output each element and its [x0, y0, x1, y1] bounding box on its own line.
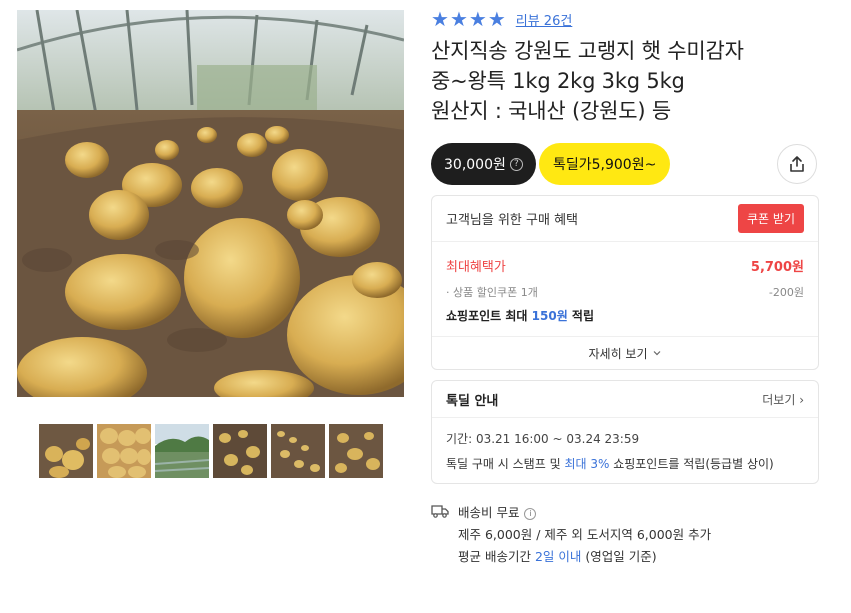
- deal-price-pill[interactable]: 톡딜가5,900원~: [539, 143, 671, 185]
- info-icon[interactable]: i: [524, 508, 537, 520]
- deal-title: 톡딜 안내: [446, 393, 499, 409]
- deal-desc-prefix: 톡딜 구매 시 스탬프 및: [446, 457, 565, 471]
- shipping-period-highlight: 2일 이내: [534, 549, 582, 564]
- benefit-title: 고객님을 위한 구매 혜택: [446, 213, 578, 228]
- shipping-fee: 배송비 무료: [458, 505, 520, 520]
- max-benefit-label: 최대혜택가: [446, 260, 506, 275]
- product-main-image: [17, 10, 404, 397]
- shipping-period-suffix: (영업일 기준): [581, 549, 657, 564]
- deal-period: 기간: 03.21 16:00 ~ 03.24 23:59: [446, 432, 640, 446]
- deal-price: 톡딜가5,900원~: [553, 157, 657, 173]
- original-price-pill[interactable]: 30,000원 ?: [431, 143, 536, 185]
- points-suffix: 적립: [567, 309, 594, 323]
- deal-description: 톡딜 구매 시 스탬프 및 최대 3% 쇼핑포인트를 적립(등급별 상이): [446, 455, 804, 472]
- purchase-benefit-box: 고객님을 위한 구매 혜택 쿠폰 받기 최대혜택가 5,700원 · 상품 할인…: [431, 195, 819, 370]
- benefit-header: 고객님을 위한 구매 혜택 쿠폰 받기: [432, 196, 818, 242]
- share-icon: [790, 156, 804, 172]
- points-amount: 150원: [531, 309, 568, 323]
- original-price: 30,000원: [444, 157, 506, 173]
- thumbnail-strip: [39, 424, 383, 478]
- title-line-1: 산지직송 강원도 고랭지 햇 수미감자: [431, 39, 744, 63]
- talk-deal-info-box: 톡딜 안내 더보기 › 기간: 03.21 16:00 ~ 03.24 23:5…: [431, 380, 819, 484]
- thumbnail-1[interactable]: [39, 424, 93, 478]
- deal-header: 톡딜 안내 더보기 ›: [432, 381, 818, 418]
- thumbnail-4[interactable]: [213, 424, 267, 478]
- shopping-points-text: 쇼핑포인트 최대 150원 적립: [446, 307, 594, 324]
- points-row: 쇼핑포인트 최대 150원 적립: [432, 307, 818, 324]
- deal-body: 기간: 03.21 16:00 ~ 03.24 23:59 톡딜 구매 시 스탬…: [432, 418, 818, 472]
- chevron-down-icon: [653, 351, 660, 356]
- star-icon: ★: [449, 7, 468, 31]
- thumbnail-6[interactable]: [329, 424, 383, 478]
- get-coupon-button[interactable]: 쿠폰 받기: [738, 204, 804, 233]
- product-title: 산지직송 강원도 고랭지 햇 수미감자 중~왕특 1kg 2kg 3kg 5kg…: [431, 36, 819, 126]
- coupon-discount-row: · 상품 할인쿠폰 1개 -200원: [432, 284, 818, 300]
- coupon-discount-label: · 상품 할인쿠폰 1개: [446, 286, 538, 299]
- max-benefit-price: 5,700원: [750, 260, 804, 275]
- price-row: 30,000원 ? 톡딜가5,900원~: [431, 143, 819, 185]
- truck-icon: [431, 505, 449, 518]
- deal-desc-highlight: 최대 3%: [564, 457, 610, 471]
- shipping-info: 배송비 무료 i 제주 6,000원 / 제주 외 도서지역 6,000원 추가 …: [431, 502, 819, 568]
- deal-desc-suffix: 쇼핑포인트를 적립(등급별 상이): [609, 457, 774, 471]
- question-icon[interactable]: ?: [509, 157, 523, 171]
- shipping-extra-line: 제주 6,000원 / 제주 외 도서지역 6,000원 추가: [458, 527, 712, 542]
- deal-more-link[interactable]: 더보기 ›: [762, 391, 804, 408]
- thumbnail-3[interactable]: [155, 424, 209, 478]
- shipping-period-prefix: 평균 배송기간: [458, 549, 535, 564]
- title-line-3: 원산지 : 국내산 (강원도) 등: [431, 99, 671, 123]
- chevron-right-icon: ›: [799, 392, 804, 407]
- product-info-column: ★ ★ ★ ★ 리뷰 26건 산지직송 강원도 고랭지 햇 수미감자 중~왕특 …: [431, 8, 819, 568]
- max-benefit-row: 최대혜택가 5,700원: [432, 256, 818, 275]
- share-button[interactable]: [777, 144, 817, 184]
- view-details-label: 자세히 보기: [588, 346, 648, 361]
- points-prefix: 쇼핑포인트 최대: [446, 309, 532, 323]
- thumbnail-2[interactable]: [97, 424, 151, 478]
- title-line-2: 중~왕특 1kg 2kg 3kg 5kg: [431, 69, 685, 93]
- view-details-button[interactable]: 자세히 보기: [432, 336, 818, 369]
- star-icon: ★: [487, 7, 506, 31]
- review-count-link[interactable]: 리뷰 26건: [516, 10, 573, 29]
- coupon-discount-text: 상품 할인쿠폰 1개: [453, 286, 538, 299]
- rating-row: ★ ★ ★ ★ 리뷰 26건: [431, 8, 819, 30]
- shipping-period-line: 평균 배송기간 2일 이내 (영업일 기준): [458, 546, 819, 568]
- star-icon: ★: [431, 7, 449, 31]
- thumbnail-5[interactable]: [271, 424, 325, 478]
- deal-more-label: 더보기: [762, 392, 796, 407]
- coupon-discount-value: -200원: [768, 286, 804, 299]
- shipping-fee-line: 배송비 무료 i: [458, 502, 819, 524]
- star-icon: ★: [468, 7, 487, 31]
